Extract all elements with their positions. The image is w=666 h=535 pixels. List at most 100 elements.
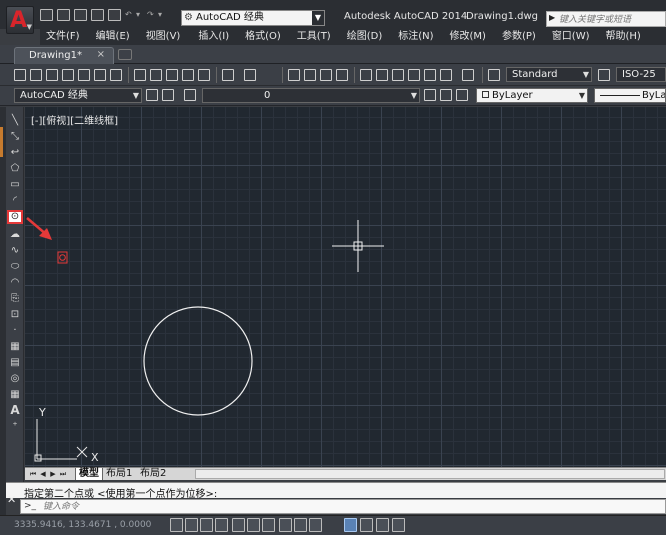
pan-icon[interactable] <box>288 69 300 81</box>
menu-view[interactable]: 视图(V) <box>146 29 181 45</box>
chevron-down-icon[interactable]: ▼ <box>312 11 324 25</box>
make-current-layer-icon[interactable] <box>424 89 436 101</box>
dim-style-icon[interactable] <box>598 69 610 81</box>
tab-layout1[interactable]: 布局1 <box>103 468 135 480</box>
gear-icon[interactable] <box>146 89 158 101</box>
sheet-set-icon[interactable] <box>408 69 420 81</box>
close-icon[interactable]: ✕ <box>7 493 19 507</box>
transparency-button[interactable] <box>360 518 373 532</box>
plot-icon[interactable] <box>62 69 74 81</box>
polyline-tool[interactable]: ↩ <box>9 147 21 158</box>
first-layout-icon[interactable]: ⏮ <box>29 469 37 479</box>
circle-entity[interactable] <box>143 306 253 416</box>
redo-icon[interactable] <box>244 69 256 81</box>
allow-ucs-button[interactable] <box>294 518 307 532</box>
menu-window[interactable]: 窗口(W) <box>552 29 590 45</box>
new-tab-button[interactable] <box>118 49 132 60</box>
undo-icon[interactable] <box>222 69 234 81</box>
undo-dropdown-icon[interactable]: ▾ <box>136 9 143 21</box>
point-tool[interactable]: · <box>9 325 21 336</box>
arc-tool[interactable]: ◜ <box>9 195 21 206</box>
color-select[interactable]: ByLayer ▼ <box>476 88 588 103</box>
open-file-icon[interactable] <box>57 9 70 21</box>
redo-dropdown-icon[interactable]: ▾ <box>158 9 165 21</box>
quickcalc-icon[interactable] <box>440 69 452 81</box>
menu-edit[interactable]: 编辑(E) <box>96 29 130 45</box>
match-properties-icon[interactable] <box>182 69 194 81</box>
hatch-tool[interactable]: ▦ <box>9 341 21 352</box>
menu-format[interactable]: 格式(O) <box>245 29 281 45</box>
gradient-tool[interactable]: ▤ <box>9 357 21 368</box>
zoom-realtime-icon[interactable] <box>304 69 316 81</box>
ortho-mode-button[interactable] <box>215 518 228 532</box>
publish-icon[interactable] <box>94 69 106 81</box>
polar-tracking-button[interactable] <box>232 518 245 532</box>
spline-tool[interactable]: ∿ <box>9 245 21 256</box>
zoom-window-icon[interactable] <box>320 69 332 81</box>
rectangle-tool[interactable]: ▭ <box>9 179 21 190</box>
text-style-icon[interactable] <box>488 69 500 81</box>
command-line[interactable]: >_ <box>20 499 666 514</box>
snap-mode-button[interactable] <box>185 518 198 532</box>
layer-manager-icon[interactable] <box>184 89 196 101</box>
drawing-canvas[interactable]: [-][俯视][二维线框] Y X <box>25 107 666 467</box>
3d-object-snap-button[interactable] <box>262 518 275 532</box>
close-icon[interactable]: × <box>97 49 105 60</box>
workspace-icon[interactable] <box>162 89 174 101</box>
menu-tools[interactable]: 工具(T) <box>297 29 331 45</box>
prev-layout-icon[interactable]: ◀ <box>39 469 47 479</box>
dim-style-select[interactable]: ISO-25 <box>616 67 666 82</box>
save-icon[interactable] <box>46 69 58 81</box>
properties-icon[interactable] <box>360 69 372 81</box>
copy-icon[interactable] <box>150 69 162 81</box>
grid-display-button[interactable] <box>200 518 213 532</box>
layer-previous-icon[interactable] <box>440 89 452 101</box>
search-input[interactable] <box>559 13 663 26</box>
help-icon[interactable] <box>462 69 474 81</box>
object-snap-button[interactable] <box>247 518 260 532</box>
menu-file[interactable]: 文件(F) <box>46 29 80 45</box>
design-center-icon[interactable] <box>376 69 388 81</box>
linetype-select[interactable]: ByLa <box>594 88 666 103</box>
add-selected-tool[interactable]: ⁺ <box>9 421 21 432</box>
infer-constraints-button[interactable] <box>170 518 183 532</box>
tab-model[interactable]: 模型 <box>75 468 103 480</box>
menu-dimension[interactable]: 标注(N) <box>398 29 433 45</box>
revision-cloud-tool[interactable]: ☁ <box>9 229 21 240</box>
preview-icon[interactable] <box>78 69 90 81</box>
text-style-select[interactable]: Standard ▼ <box>506 67 592 82</box>
menu-help[interactable]: 帮助(H) <box>606 29 641 45</box>
undo-icon[interactable]: ↶ <box>125 9 132 21</box>
menu-draw[interactable]: 绘图(D) <box>347 29 383 45</box>
region-tool[interactable]: ◎ <box>9 373 21 384</box>
horizontal-scrollbar[interactable] <box>195 469 665 479</box>
insert-block-tool[interactable]: ⎘ <box>9 293 21 304</box>
print-icon[interactable] <box>108 9 121 21</box>
redo-icon[interactable]: ↷ <box>147 9 154 21</box>
block-editor-icon[interactable] <box>198 69 210 81</box>
save-icon[interactable] <box>74 9 87 21</box>
line-tool[interactable]: ╲ <box>9 115 21 126</box>
ellipse-tool[interactable]: ⬭ <box>9 261 21 272</box>
application-menu-button[interactable]: A ▼ <box>6 6 34 34</box>
save-as-icon[interactable] <box>91 9 104 21</box>
dynamic-input-button[interactable] <box>309 518 322 532</box>
polygon-tool[interactable]: ⬠ <box>9 163 21 174</box>
layer-states-icon[interactable] <box>456 89 468 101</box>
menu-modify[interactable]: 修改(M) <box>450 29 486 45</box>
menu-parametric[interactable]: 参数(P) <box>502 29 536 45</box>
object-snap-tracking-button[interactable] <box>279 518 292 532</box>
circle-tool[interactable]: ⊙ <box>7 210 23 224</box>
new-file-icon[interactable] <box>14 69 26 81</box>
workspace-combo[interactable]: AutoCAD 经典 ▼ <box>14 88 142 103</box>
menu-insert[interactable]: 插入(I) <box>198 29 229 45</box>
construction-line-tool[interactable]: ⤡ <box>9 131 21 142</box>
paste-icon[interactable] <box>166 69 178 81</box>
command-input[interactable] <box>43 501 443 513</box>
search-box[interactable]: ▶ <box>546 11 666 27</box>
new-file-icon[interactable] <box>40 9 53 21</box>
selection-cycling-button[interactable] <box>392 518 405 532</box>
3d-dwf-icon[interactable] <box>110 69 122 81</box>
ellipse-arc-tool[interactable]: ◠ <box>9 277 21 288</box>
tool-palettes-icon[interactable] <box>392 69 404 81</box>
